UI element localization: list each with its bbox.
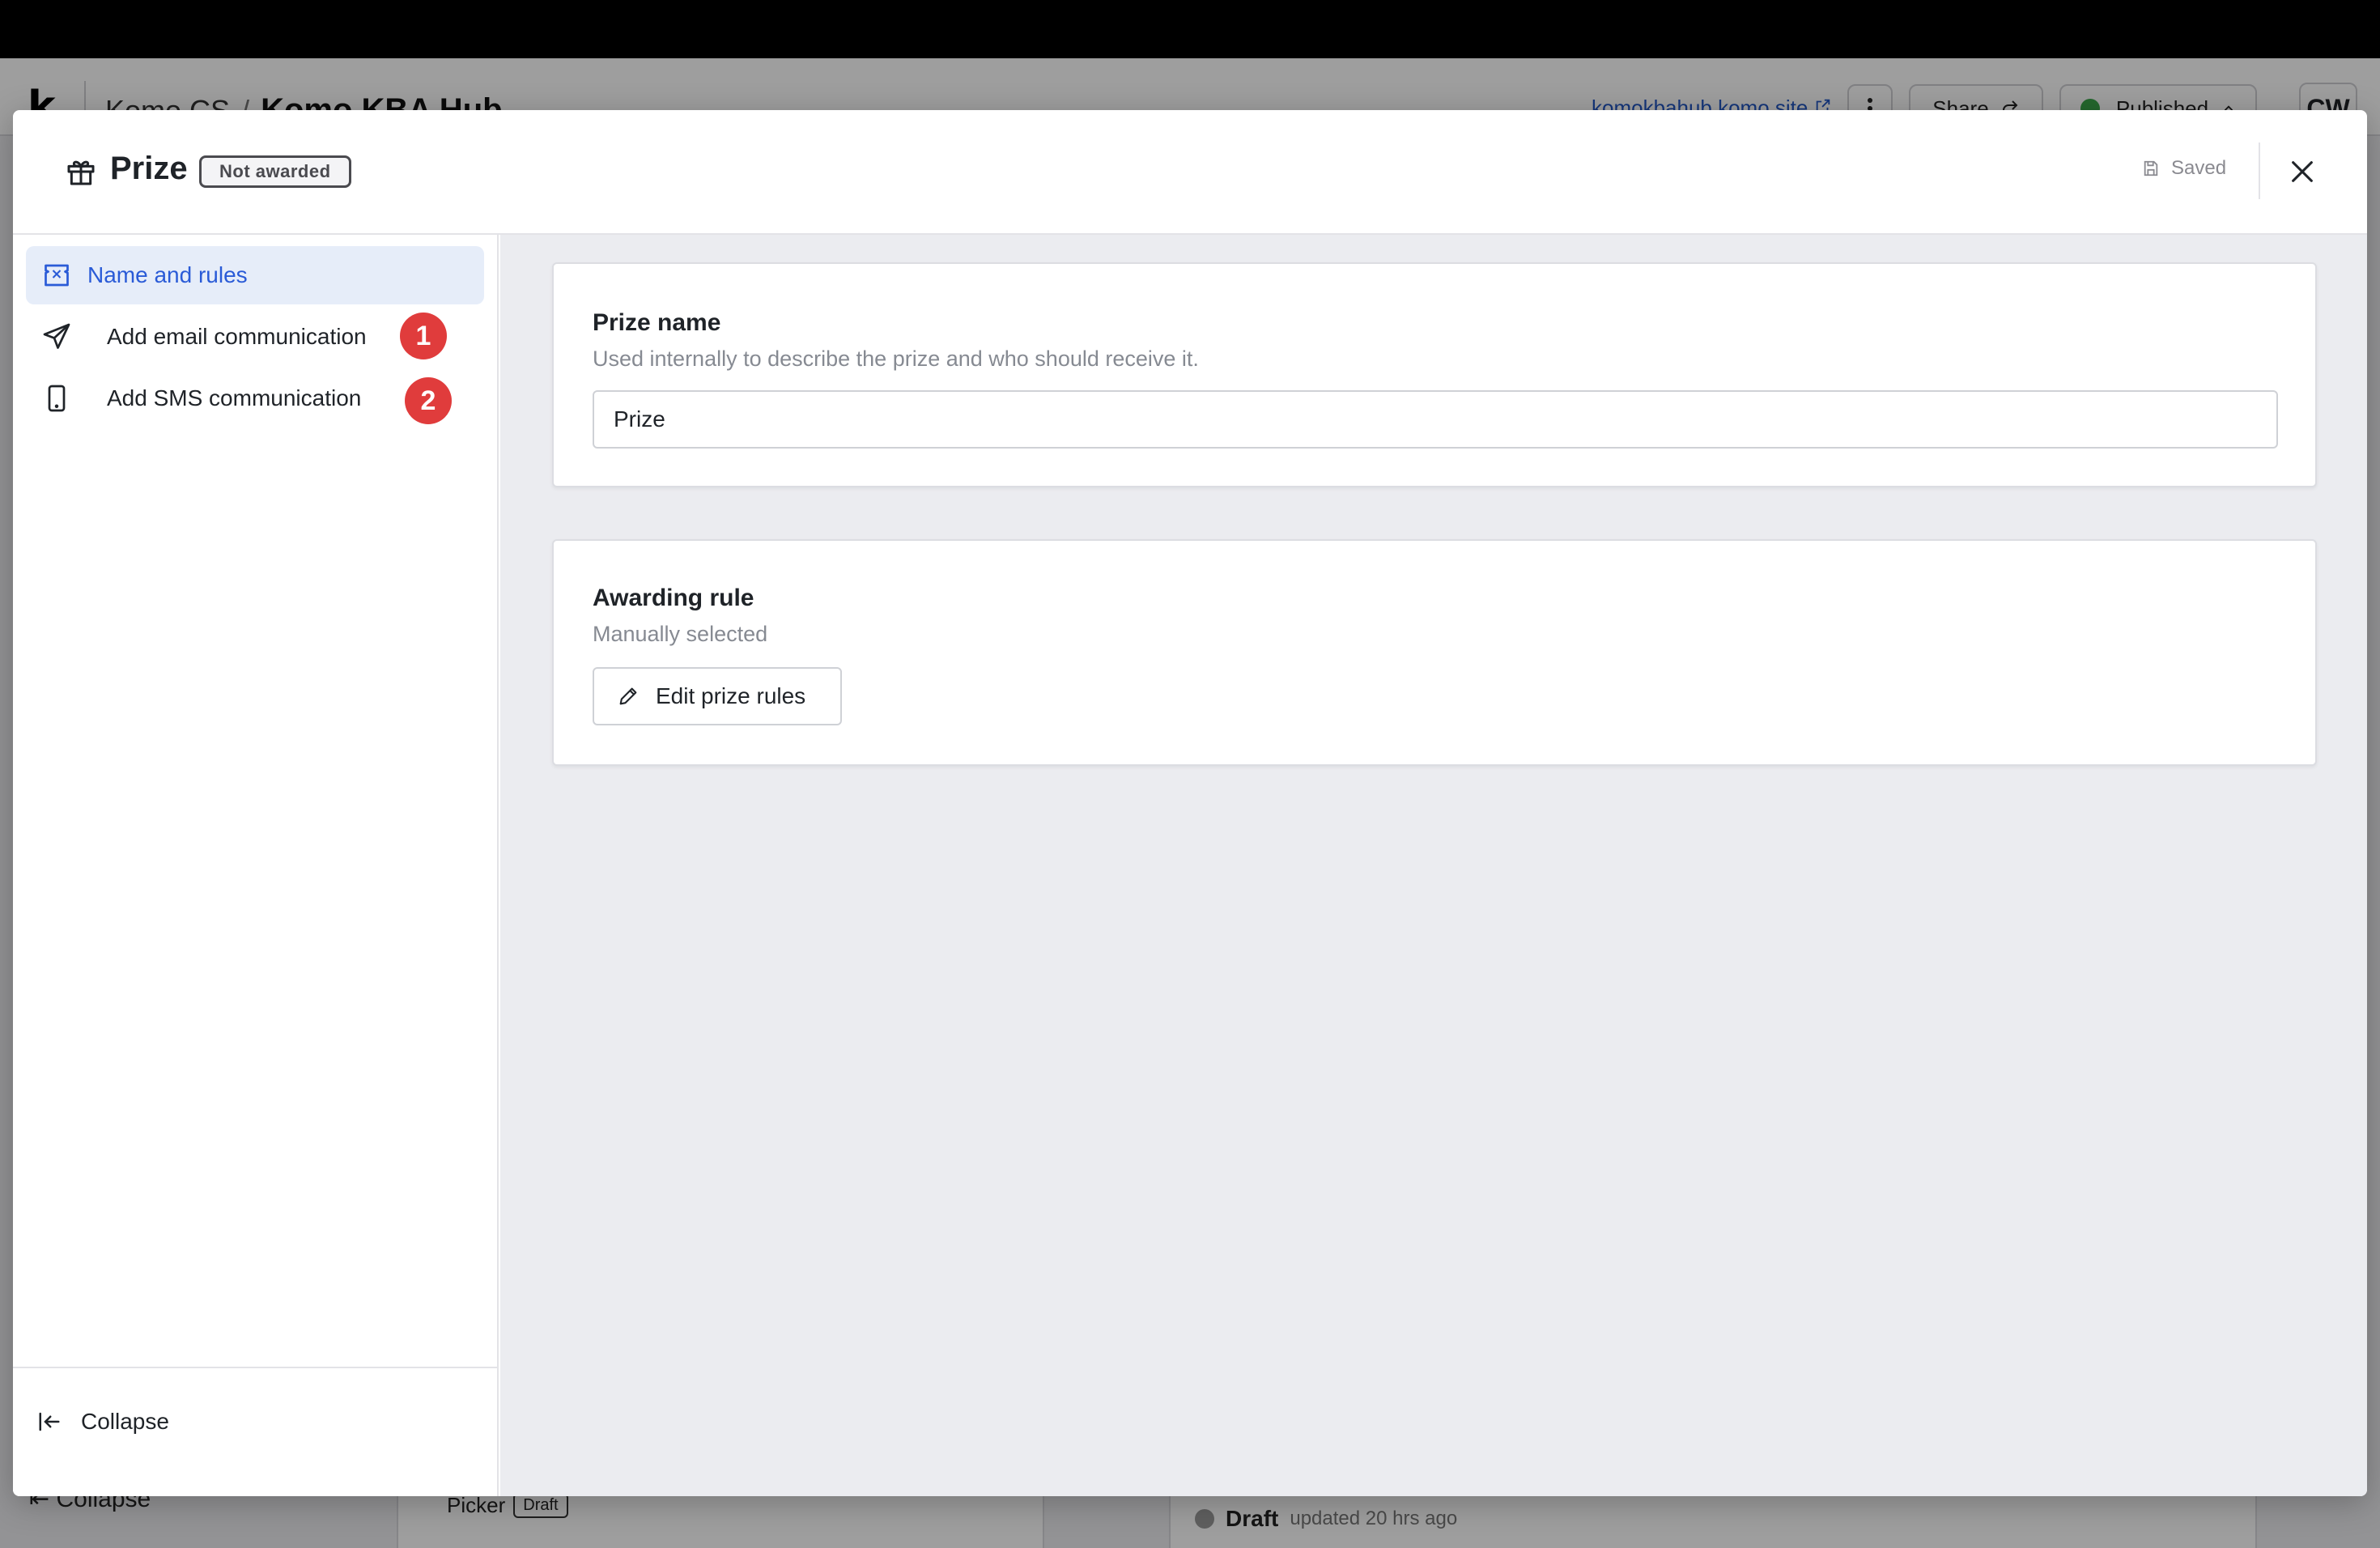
prize-name-input[interactable] <box>593 390 2278 449</box>
sidebar-item-label: Name and rules <box>87 262 248 287</box>
step-number-badge: 1 <box>400 313 447 359</box>
awarding-rule-card: Awarding rule Manually selected Edit pri… <box>552 539 2317 766</box>
edit-prize-rules-label: Edit prize rules <box>656 683 806 708</box>
modal-content: Prize name Used internally to describe t… <box>500 235 2367 1496</box>
sidebar-item-label: Add email communication <box>107 324 367 349</box>
collapse-button[interactable]: Collapse <box>37 1409 169 1435</box>
modal-title: Prize <box>110 151 188 186</box>
collapse-label: Collapse <box>81 1409 169 1434</box>
sidebar-item-add-sms[interactable]: Add SMS communication 2 <box>26 369 484 427</box>
prize-name-subtitle: Used internally to describe the prize an… <box>593 347 1199 371</box>
save-icon <box>2144 160 2158 176</box>
sidebar-item-add-email[interactable]: Add email communication 1 <box>26 308 484 366</box>
sidebar-footer-divider <box>13 1367 497 1368</box>
ticket-icon <box>45 264 69 287</box>
close-button[interactable] <box>2283 152 2322 191</box>
prize-modal: Prize Not awarded Saved Name and rules A… <box>13 110 2367 1496</box>
modal-sidebar: Name and rules Add email communication 1… <box>13 235 499 1496</box>
sidebar-item-label: Add SMS communication <box>107 385 362 410</box>
prize-name-title: Prize name <box>593 309 721 336</box>
send-icon <box>43 323 70 349</box>
phone-icon <box>48 385 66 412</box>
prize-name-card: Prize name Used internally to describe t… <box>552 262 2317 487</box>
pencil-icon <box>619 687 637 705</box>
status-badge: Not awarded <box>199 155 351 188</box>
awarding-rule-subtitle: Manually selected <box>593 622 768 646</box>
saved-label: Saved <box>2171 157 2227 179</box>
collapse-left-icon <box>39 1412 60 1431</box>
system-top-bar <box>0 0 2380 58</box>
edit-prize-rules-button[interactable]: Edit prize rules <box>593 667 842 725</box>
step-number-badge: 2 <box>405 377 452 424</box>
saved-indicator: Saved <box>2142 157 2226 180</box>
header-vertical-divider <box>2259 142 2260 199</box>
awarding-rule-title: Awarding rule <box>593 585 754 611</box>
close-icon <box>2292 161 2313 182</box>
gift-icon <box>67 160 95 185</box>
modal-header: Prize Not awarded Saved <box>13 110 2367 235</box>
sidebar-item-name-and-rules[interactable]: Name and rules <box>26 246 484 304</box>
